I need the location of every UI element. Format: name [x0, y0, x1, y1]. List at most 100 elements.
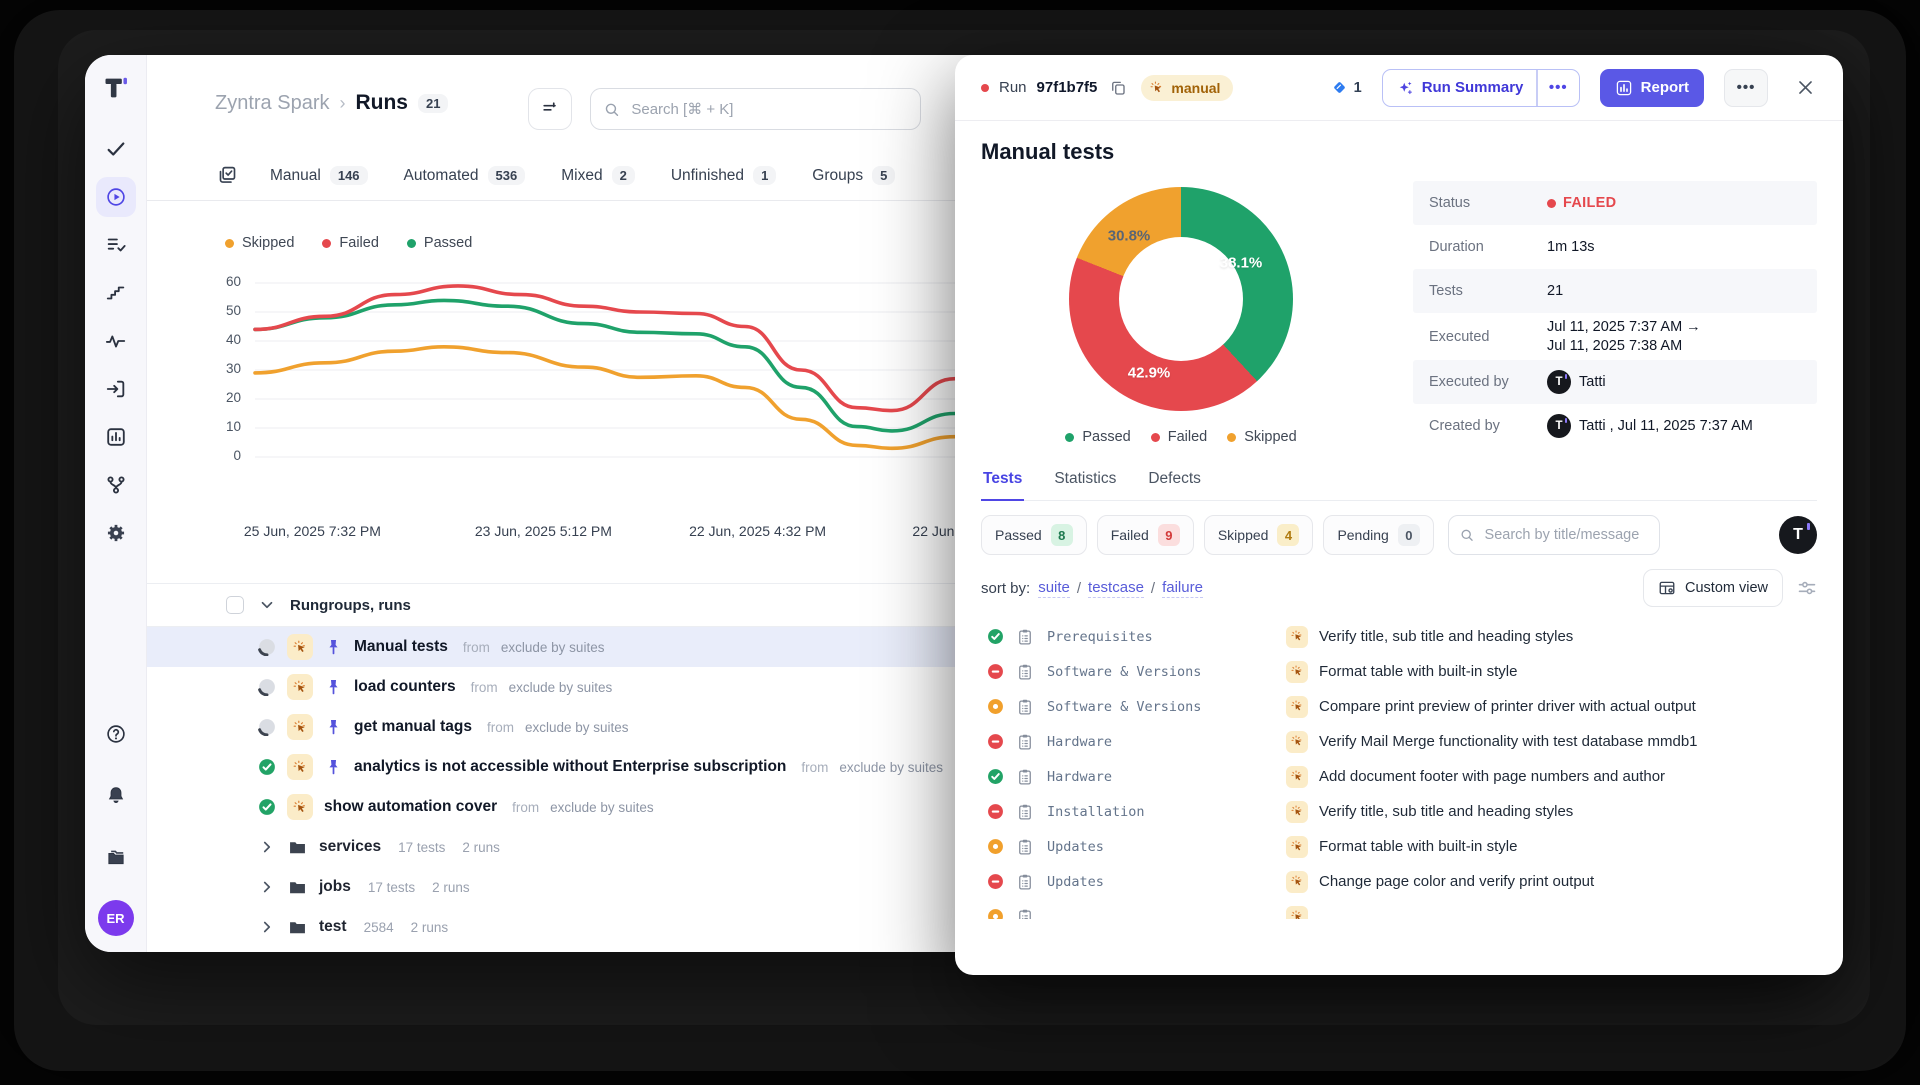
chevron-down-icon[interactable]: [258, 596, 276, 614]
y-axis-tick: 50: [207, 303, 241, 318]
test-result-row[interactable]: InstallationVerify title, sub title and …: [981, 794, 1817, 829]
donut-label-skipped: 30.8%: [1108, 228, 1151, 245]
filter-button[interactable]: [528, 88, 572, 130]
sidebar-item-settings-gear-icon[interactable]: [96, 513, 136, 553]
line-chart[interactable]: [255, 273, 955, 473]
run-source-prefix: from: [471, 680, 498, 695]
custom-view-button[interactable]: Custom view: [1643, 569, 1783, 607]
custom-view-table-icon: [1658, 579, 1676, 597]
runs-count-badge: 21: [418, 94, 448, 113]
donut-legend-passed: Passed: [1065, 429, 1130, 445]
panel-search[interactable]: [1448, 515, 1660, 555]
report-button[interactable]: Report: [1600, 69, 1704, 107]
sidebar-item-plans-list-check-icon[interactable]: [96, 225, 136, 265]
sort-link-failure[interactable]: failure: [1162, 579, 1203, 598]
filter-chip-skipped[interactable]: Skipped4: [1204, 515, 1314, 555]
select-all-checkbox[interactable]: [226, 596, 244, 614]
run-source: exclude by suites: [501, 640, 605, 655]
run-row-title: get manual tags: [354, 718, 472, 736]
run-source-prefix: from: [512, 800, 539, 815]
suite-name: Updates: [1047, 874, 1277, 890]
filter-chip-passed[interactable]: Passed8: [981, 515, 1087, 555]
x-axis-tick: 22 Jun,: [912, 523, 958, 539]
panel-tab-defects[interactable]: Defects: [1146, 470, 1203, 501]
run-id: 97f1b7f5: [1037, 79, 1098, 96]
filter-chip-pending[interactable]: Pending0: [1323, 515, 1433, 555]
display-settings-icon[interactable]: [1797, 578, 1817, 598]
panel-tab-statistics[interactable]: Statistics: [1052, 470, 1118, 501]
sidebar-item-steps-stairs-icon[interactable]: [96, 273, 136, 313]
folder-tests-count: 17 tests: [368, 880, 415, 895]
testcase-clipboard-icon: [1016, 628, 1034, 646]
manual-test-badge: [1286, 696, 1308, 718]
run-summary-more-button[interactable]: •••: [1538, 79, 1579, 96]
desktop-background: ER Zyntra Spark › Runs 21 Manual146 Autom…: [0, 0, 1920, 1085]
sparkles-icon: [1396, 79, 1414, 97]
testcase-clipboard-icon: [1016, 768, 1034, 786]
copy-icon: [1109, 79, 1127, 97]
donut-label-failed: 42.9%: [1128, 365, 1171, 382]
tab-mixed[interactable]: Mixed2: [561, 166, 635, 185]
manual-test-badge: [1286, 626, 1308, 648]
copy-run-id-button[interactable]: [1107, 77, 1129, 99]
test-title: Format table with built-in style: [1319, 838, 1817, 855]
test-result-row[interactable]: Software & VersionsCompare print preview…: [981, 689, 1817, 724]
tab-automated[interactable]: Automated536: [404, 166, 526, 185]
user-avatar[interactable]: ER: [98, 900, 134, 936]
sidebar-item-runs-play-icon[interactable]: [96, 177, 136, 217]
tab-groups[interactable]: Groups5: [812, 166, 895, 185]
tab-manual[interactable]: Manual146: [270, 166, 368, 185]
test-result-row[interactable]: HardwareVerify Mail Merge functionality …: [981, 724, 1817, 759]
projects-folder-icon[interactable]: [96, 838, 136, 878]
sidebar-item-branches-git-icon[interactable]: [96, 465, 136, 505]
filter-chip-failed[interactable]: Failed9: [1097, 515, 1194, 555]
filter-lines-icon: [540, 99, 560, 119]
assignee-avatar[interactable]: T: [1779, 516, 1817, 554]
run-title: Manual tests: [981, 139, 1817, 165]
breadcrumb-project[interactable]: Zyntra Spark: [215, 92, 329, 115]
pin-icon: [324, 678, 343, 697]
help-icon[interactable]: [96, 714, 136, 754]
breadcrumb: Zyntra Spark › Runs 21: [215, 91, 448, 115]
test-result-row[interactable]: [981, 899, 1817, 919]
status-table-label: Created by: [1429, 418, 1547, 434]
panel-more-button[interactable]: •••: [1724, 69, 1768, 107]
manual-test-badge: [1286, 871, 1308, 893]
manual-run-badge: [287, 754, 313, 780]
test-result-row[interactable]: Software & VersionsFormat table with bui…: [981, 654, 1817, 689]
sidebar-item-pulse-activity-icon[interactable]: [96, 321, 136, 361]
notifications-bell-icon[interactable]: [96, 776, 136, 816]
manual-test-badge: [1286, 766, 1308, 788]
suite-name: Software & Versions: [1047, 664, 1277, 680]
testcase-clipboard-icon: [1016, 663, 1034, 681]
main-search[interactable]: [590, 88, 921, 130]
tatti-avatar: T: [1547, 414, 1571, 438]
suite-name: Updates: [1047, 839, 1277, 855]
panel-search-input[interactable]: [1483, 526, 1649, 544]
close-panel-button[interactable]: [1790, 77, 1821, 98]
test-result-row[interactable]: UpdatesChange page color and verify prin…: [981, 864, 1817, 899]
suite-name: Software & Versions: [1047, 699, 1277, 715]
folder-runs-count: 2 runs: [432, 880, 470, 895]
sidebar-item-results-check-icon[interactable]: [96, 129, 136, 169]
run-summary-split-button[interactable]: Run Summary •••: [1382, 69, 1580, 107]
passed-status-icon: [987, 768, 1004, 785]
y-axis-tick: 0: [207, 448, 241, 463]
run-row-title: load counters: [354, 678, 456, 696]
sort-link-suite[interactable]: suite: [1038, 579, 1070, 598]
skipped-status-icon: [987, 698, 1004, 715]
test-result-row[interactable]: Updates Format table with built-in style: [981, 829, 1817, 864]
status-table-row: Created byTTatti , Jul 11, 2025 7:37 AM: [1413, 404, 1817, 448]
sidebar-item-analytics-bar-chart-icon[interactable]: [96, 417, 136, 457]
test-result-row[interactable]: HardwareAdd document footer with page nu…: [981, 759, 1817, 794]
panel-tab-tests[interactable]: Tests: [981, 470, 1024, 501]
sidebar-item-import-signin-icon[interactable]: [96, 369, 136, 409]
results-donut-chart[interactable]: 38.1%42.9%30.8%: [1069, 187, 1293, 411]
testcase-clipboard-icon: [1016, 733, 1034, 751]
test-result-row[interactable]: PrerequisitesVerify title, sub title and…: [981, 619, 1817, 654]
main-search-input[interactable]: [629, 100, 908, 119]
sort-link-testcase[interactable]: testcase: [1088, 579, 1144, 598]
manual-test-badge: [1286, 906, 1308, 920]
app-logo-icon[interactable]: [101, 73, 131, 103]
tab-unfinished[interactable]: Unfinished1: [671, 166, 776, 185]
